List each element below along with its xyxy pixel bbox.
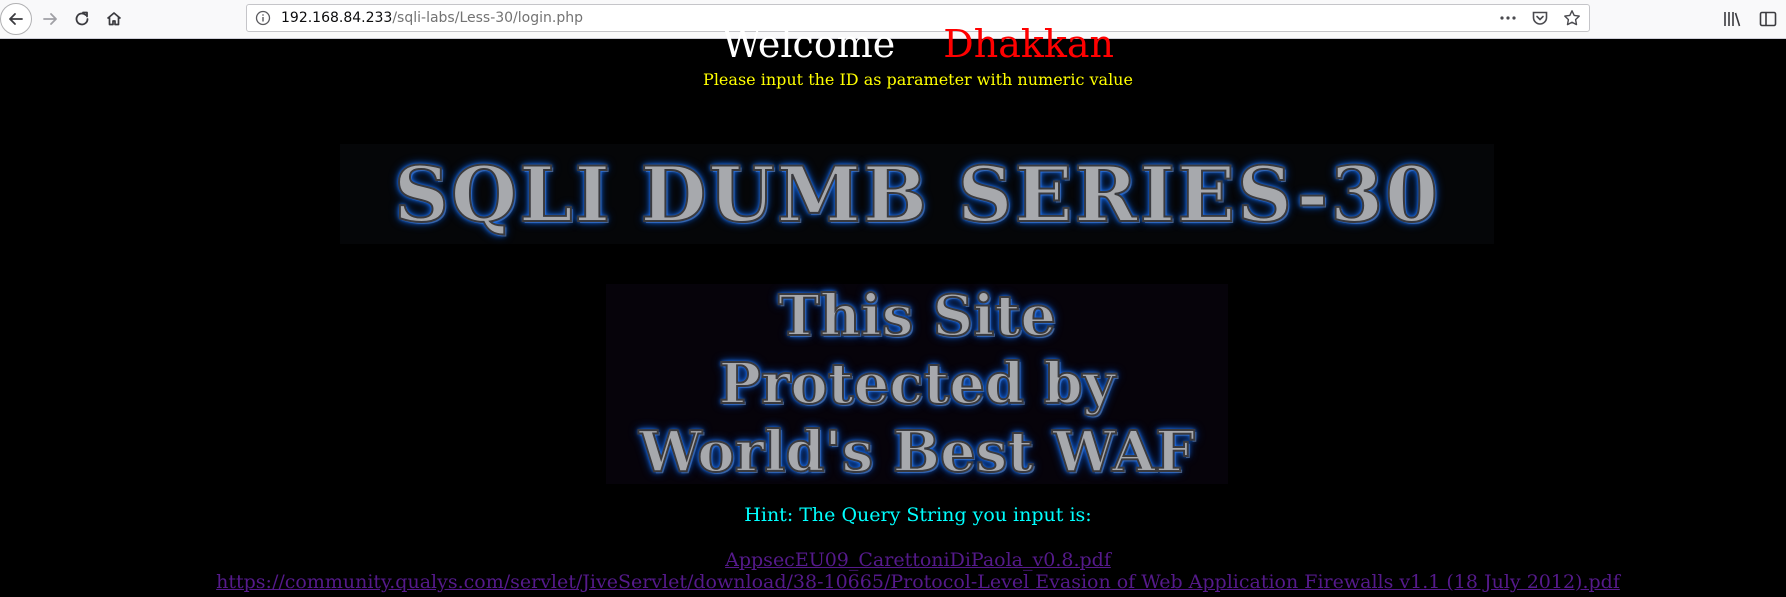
series-banner-image: SQLI DUMB SERIES-30 [340, 144, 1494, 244]
parameter-prompt: Please input the ID as parameter with nu… [703, 70, 1133, 89]
banner-title: SQLI DUMB SERIES-30 [393, 149, 1440, 240]
welcome-word: Welcome [721, 22, 896, 66]
hint-text: Hint: The Query String you input is: [744, 504, 1092, 526]
waf-line-2: Protected by [718, 350, 1116, 418]
waf-line-3: World's Best WAF [638, 418, 1196, 486]
welcome-name: Dhakkan [943, 22, 1115, 66]
waf-line-1: This Site [777, 282, 1057, 350]
welcome-heading: Welcome Dhakkan [0, 22, 1786, 66]
qualys-pdf-link[interactable]: https://community.qualys.com/servlet/Jiv… [0, 571, 1786, 593]
appsec-pdf-link[interactable]: AppsecEU09_CarettoniDiPaola_v0.8.pdf [0, 549, 1786, 571]
waf-banner-image: This Site Protected by World's Best WAF [606, 282, 1228, 486]
